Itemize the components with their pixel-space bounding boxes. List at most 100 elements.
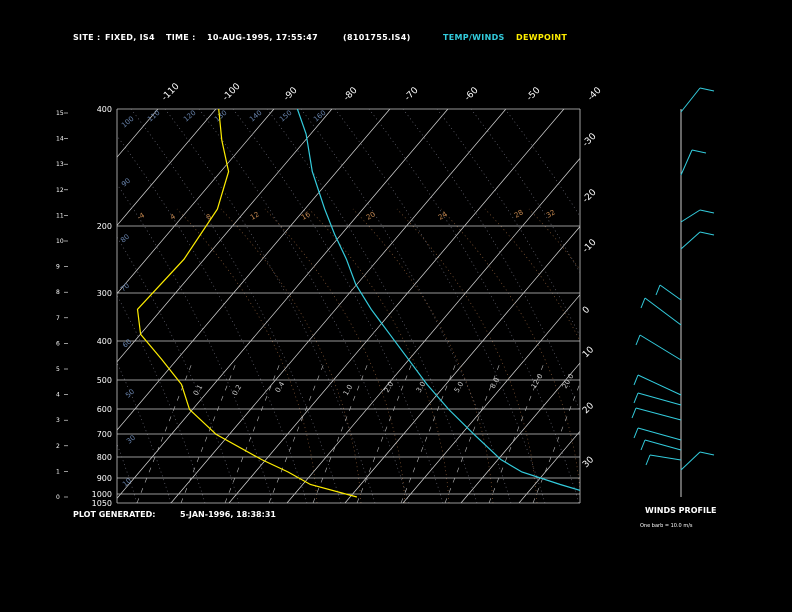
- isotherm-line: [170, 109, 507, 503]
- dry-adiabat-label: 100: [120, 115, 135, 130]
- plot-frame: [116, 108, 581, 504]
- mixing-ratio-label: 5.0: [453, 380, 465, 394]
- wind-barb: [680, 231, 701, 250]
- winds-profile-label: WINDS PROFILE: [645, 506, 717, 515]
- dry-adiabat-label: 10: [121, 477, 133, 489]
- isotherm-line: [402, 294, 580, 503]
- wind-barb: [644, 439, 682, 451]
- wind-barb-feather: [645, 454, 651, 466]
- dry-adiabat-line: [266, 109, 478, 503]
- isotherm-right-label: -30: [581, 131, 599, 149]
- height-tick-label: 3: [56, 417, 60, 424]
- wind-barb-feather: [633, 374, 639, 386]
- wind-barb: [639, 334, 682, 361]
- mixing-ratio-line: [356, 362, 413, 503]
- background-lines: [0, 109, 580, 503]
- height-tick-label: 5: [56, 366, 60, 373]
- dry-adiabat-line: [470, 109, 580, 274]
- isotherm-line: [117, 109, 217, 226]
- wind-barb-feather: [631, 407, 637, 419]
- dry-adiabat-label: 30: [125, 434, 137, 446]
- dry-adiabat-line: [402, 109, 580, 412]
- dry-adiabat-label: 140: [248, 109, 263, 124]
- plot-generated-value: 5-JAN-1996, 18:38:31: [180, 510, 276, 519]
- height-tick-label: 2: [56, 443, 60, 450]
- isotherm-right-label: 30: [581, 455, 596, 470]
- wind-barb: [680, 209, 701, 223]
- wind-barb-feather: [633, 392, 639, 404]
- wind-barb: [635, 407, 682, 421]
- wind-barb-feather: [655, 284, 661, 296]
- mixing-ratio-label: 0.4: [274, 380, 287, 394]
- dry-adiabat-label: 50: [124, 388, 136, 400]
- height-tick-label: 6: [56, 340, 60, 347]
- isotherm-top-label: -100: [221, 81, 243, 103]
- dry-adiabat-line: [198, 109, 410, 503]
- wind-barb-feather: [635, 334, 641, 346]
- height-tick-label: 15: [56, 110, 64, 117]
- isotherm-top-label: -70: [403, 85, 421, 103]
- mixing-ratio-label: 20.0: [561, 372, 576, 390]
- series-lines: [136, 109, 580, 498]
- dry-adiabat-line: [368, 109, 580, 503]
- wind-barb: [680, 87, 701, 113]
- wind-barb: [637, 374, 682, 396]
- pressure-label: 600: [97, 405, 112, 414]
- pressure-label: 900: [97, 474, 112, 483]
- moist-adiabat-line: [264, 208, 406, 503]
- mixing-ratio-line: [180, 362, 237, 503]
- pressure-label: 1000: [92, 490, 112, 499]
- pressure-label: 400: [97, 337, 112, 346]
- moist-adiabat-label: 4: [169, 212, 177, 221]
- wind-barb-feather: [699, 231, 715, 236]
- dry-adiabat-line: [117, 443, 138, 503]
- wind-barb: [637, 392, 682, 406]
- dry-adiabat-label: 150: [278, 109, 293, 124]
- moist-adiabat-label: 12: [249, 210, 261, 221]
- isotherm-top-label: -50: [525, 85, 543, 103]
- barb-scale-note: One barb = 10.0 m/s: [640, 523, 693, 529]
- wind-barb-feather: [640, 297, 646, 309]
- moist-adiabat-label: 32: [545, 208, 557, 219]
- dry-adiabat-line: [300, 109, 512, 503]
- height-tick-label: 7: [56, 315, 60, 322]
- mixing-ratio-label: 12.0: [530, 372, 545, 390]
- isotherm-right-label: 10: [581, 345, 596, 360]
- wind-barb: [644, 297, 682, 326]
- moist-adiabat-label: 16: [300, 210, 312, 222]
- isotherm-right-label: 20: [581, 401, 596, 416]
- dry-adiabat-line: [117, 295, 206, 503]
- isotherm-right-label: -20: [581, 187, 599, 205]
- moist-adiabat-label: 24: [437, 210, 449, 222]
- height-tick-label: 4: [56, 392, 60, 399]
- isotherm-line: [0, 109, 100, 503]
- dry-adiabat-label: 110: [146, 109, 161, 124]
- isotherm-right-label: -10: [581, 237, 599, 255]
- wind-barb-feather: [699, 451, 715, 456]
- isotherm-line: [344, 225, 580, 503]
- wind-barb: [649, 454, 682, 461]
- isotherm-top-label: -90: [282, 85, 300, 103]
- wind-barb-feather: [633, 427, 639, 439]
- winds-profile: [631, 87, 715, 497]
- isotherm-line: [460, 362, 580, 503]
- wind-barb: [637, 427, 682, 441]
- wind-barb-feather: [691, 149, 707, 154]
- height-tick-label: 11: [56, 212, 64, 219]
- isotherm-line: [0, 109, 42, 503]
- dry-adiabat-label: 60: [121, 338, 133, 350]
- temperature-line: [296, 109, 580, 492]
- isotherm-top-label: -40: [586, 85, 604, 103]
- height-tick-label: 14: [56, 136, 64, 143]
- pressure-label: 200: [97, 222, 112, 231]
- isotherm-line: [117, 109, 449, 499]
- mixing-ratio-line: [136, 362, 193, 503]
- mixing-ratio-label: 1.0: [342, 383, 354, 397]
- pressure-label: 800: [97, 453, 112, 462]
- dewpoint-line: [136, 109, 358, 498]
- wind-barb: [680, 451, 701, 471]
- height-tick-label: 0: [56, 494, 60, 501]
- isotherm-line: [286, 157, 580, 503]
- moist-adiabat-line: [352, 208, 494, 503]
- dry-adiabat-line: [164, 109, 376, 503]
